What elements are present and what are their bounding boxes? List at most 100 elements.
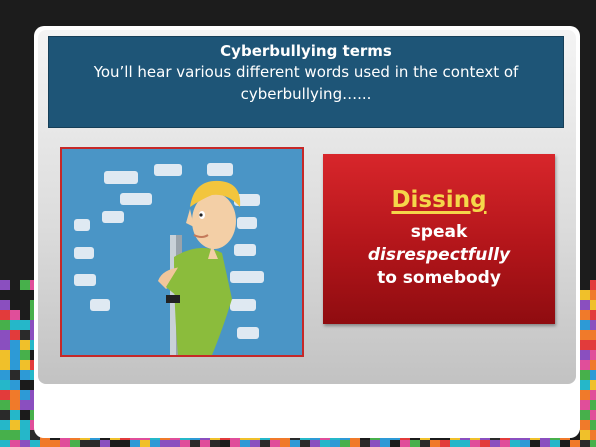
mosaic-tile [0, 280, 10, 290]
mosaic-tile [460, 440, 470, 447]
mosaic-tile [320, 440, 330, 447]
mosaic-tile [20, 430, 30, 440]
mosaic-tile [250, 440, 260, 447]
mosaic-tile [20, 380, 30, 390]
mosaic-tile [390, 440, 400, 447]
mosaic-tile [20, 390, 30, 400]
mosaic-tile [490, 440, 500, 447]
mosaic-tile [0, 370, 10, 380]
mosaic-tile [560, 440, 570, 447]
mosaic-tile [590, 390, 596, 400]
mosaic-tile [590, 440, 596, 447]
mosaic-tile [470, 440, 480, 447]
mosaic-tile [0, 290, 10, 300]
title-box: Cyberbullying terms You’ll hear various … [48, 36, 564, 128]
mosaic-tile [220, 440, 230, 447]
mosaic-tile [140, 440, 150, 447]
message-bubble [74, 274, 96, 286]
slide-card: Cyberbullying terms You’ll hear various … [34, 26, 580, 438]
term-heading: Dissing [391, 187, 487, 213]
mosaic-tile [40, 440, 50, 447]
mosaic-tile [10, 290, 20, 300]
mosaic-tile [270, 440, 280, 447]
mosaic-tile [530, 440, 540, 447]
mosaic-tile [10, 440, 20, 447]
mosaic-tile [580, 310, 590, 320]
mosaic-tile [20, 340, 30, 350]
mosaic-tile [500, 440, 510, 447]
mosaic-tile [400, 440, 410, 447]
mosaic-tile [450, 440, 460, 447]
mosaic-tile [10, 360, 20, 370]
mosaic-tile [0, 400, 10, 410]
mosaic-tile [590, 430, 596, 440]
definition-line-1: speak [410, 222, 468, 242]
definition-line-2: disrespectfully [367, 245, 511, 265]
mosaic-tile [70, 440, 80, 447]
mosaic-tile [300, 440, 310, 447]
message-bubble [230, 299, 256, 311]
mosaic-tile [590, 320, 596, 330]
cyberbullying-illustration [60, 147, 304, 357]
mosaic-tile [350, 440, 360, 447]
mosaic-tile [410, 440, 420, 447]
message-bubble [230, 271, 264, 283]
mosaic-tile [120, 440, 130, 447]
mosaic-tile [580, 370, 590, 380]
mosaic-tile [330, 440, 340, 447]
mosaic-tile [580, 380, 590, 390]
mosaic-tile [0, 380, 10, 390]
mosaic-tile [480, 440, 490, 447]
mosaic-tile [160, 440, 170, 447]
mosaic-tile [590, 410, 596, 420]
mosaic-tile [100, 440, 110, 447]
slide-title: Cyberbullying terms [220, 42, 392, 60]
mosaic-tile [570, 440, 580, 447]
mosaic-tile [20, 320, 30, 330]
mosaic-tile [20, 360, 30, 370]
mosaic-tile [580, 440, 590, 447]
message-bubble [154, 164, 182, 176]
mosaic-tile [50, 440, 60, 447]
mosaic-tile [60, 440, 70, 447]
mosaic-tile [0, 310, 10, 320]
mosaic-tile [580, 400, 590, 410]
mosaic-tile [540, 440, 550, 447]
mosaic-tile [210, 440, 220, 447]
mosaic-tile [340, 440, 350, 447]
mosaic-tile [310, 440, 320, 447]
mosaic-tile [10, 330, 20, 340]
message-bubble [104, 171, 138, 184]
message-bubble [237, 327, 259, 339]
mosaic-tile [20, 420, 30, 430]
mosaic-tile [200, 440, 210, 447]
mosaic-tile [580, 300, 590, 310]
mosaic-tile [20, 370, 30, 380]
mosaic-tile [0, 330, 10, 340]
mosaic-tile [580, 430, 590, 440]
mosaic-tile [590, 330, 596, 340]
mosaic-tile [430, 440, 440, 447]
mosaic-tile [590, 280, 596, 290]
mosaic-tile [130, 440, 140, 447]
mosaic-tile [20, 280, 30, 290]
mosaic-tile [580, 320, 590, 330]
message-bubble [74, 219, 90, 231]
mosaic-tile [10, 400, 20, 410]
mosaic-tile [0, 320, 10, 330]
mosaic-tile [10, 430, 20, 440]
mosaic-tile [0, 390, 10, 400]
mosaic-tile [10, 390, 20, 400]
mosaic-tile [590, 360, 596, 370]
mosaic-tile [380, 440, 390, 447]
mosaic-tile [10, 380, 20, 390]
mosaic-tile [590, 400, 596, 410]
mosaic-tile [80, 440, 90, 447]
mosaic-tile [10, 350, 20, 360]
definition-box: Dissing speak disrespectfully to somebod… [323, 154, 555, 324]
mosaic-tile [20, 350, 30, 360]
mosaic-tile [590, 380, 596, 390]
mosaic-tile [170, 440, 180, 447]
mosaic-tile [0, 340, 10, 350]
message-bubble [234, 244, 256, 256]
